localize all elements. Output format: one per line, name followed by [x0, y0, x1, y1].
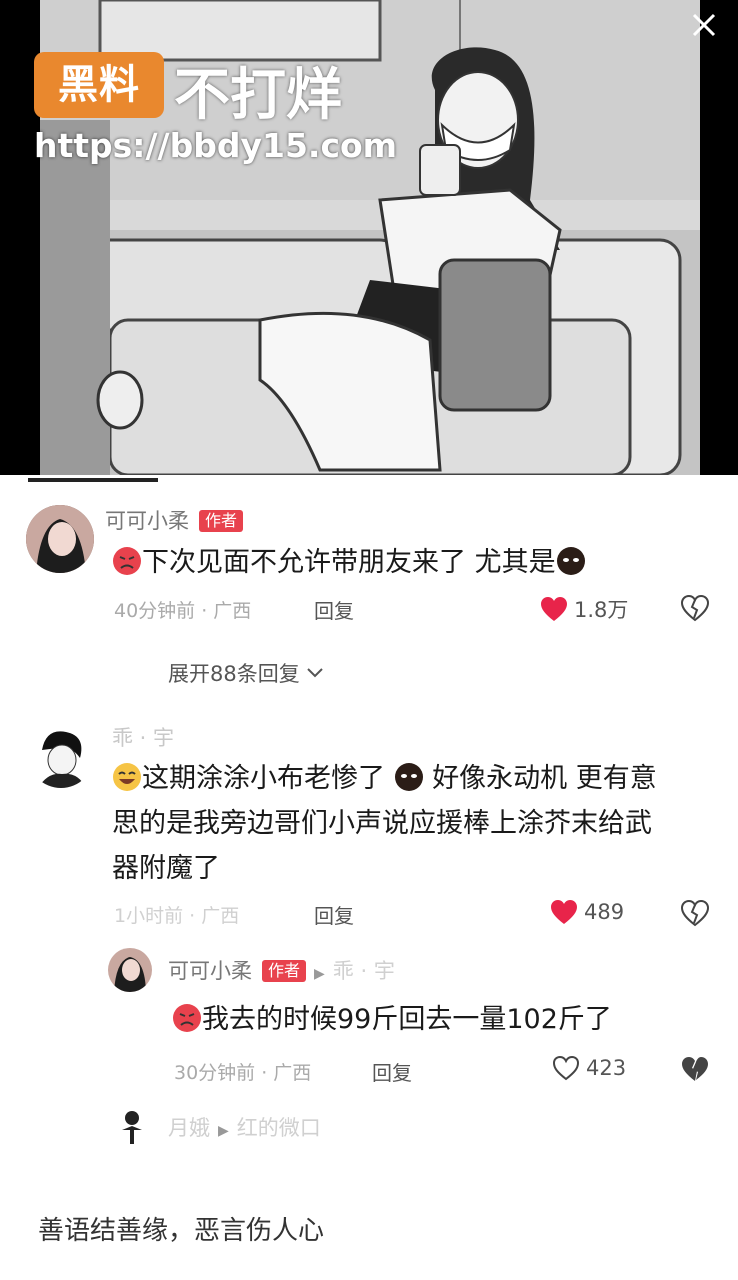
comment-text-line: 思的是我旁边哥们小声说应援棒上涂芥末给武: [112, 808, 652, 839]
comment-text: 下次见面不允许带朋友来了 尤其是: [112, 540, 712, 585]
close-icon[interactable]: [690, 8, 718, 48]
laughing-emoji-icon: [113, 763, 141, 791]
comment-input-bar[interactable]: 善语结善缘，恶言伤人心: [0, 1180, 738, 1280]
watermark-text: 不打烊: [174, 63, 342, 128]
expand-replies-button[interactable]: 展开88条回复: [168, 658, 324, 688]
like-button[interactable]: 1.8万: [540, 594, 628, 624]
reply-text: 我去的时候99斤回去一量102斤了: [172, 997, 692, 1042]
avatar[interactable]: [108, 948, 152, 992]
comment-input-placeholder[interactable]: 善语结善缘，恶言伤人心: [38, 1210, 324, 1247]
author-badge: 作者: [262, 960, 307, 982]
watermark-badge: 黑料: [34, 52, 164, 118]
like-count: 489: [584, 900, 625, 924]
avatar[interactable]: [26, 505, 94, 573]
avatar[interactable]: [28, 722, 94, 788]
angry-emoji-icon: [113, 547, 141, 575]
like-button[interactable]: 423: [552, 1055, 626, 1081]
reply-button[interactable]: 回复: [372, 1057, 412, 1086]
comment-author[interactable]: 可可小柔 作者: [105, 505, 244, 535]
comment-text-line: 器附魔了: [112, 853, 220, 884]
comment-meta: 40分钟前 · 广西: [114, 600, 252, 622]
like-button[interactable]: 489: [550, 899, 624, 925]
dislike-icon[interactable]: [680, 594, 710, 626]
play-arrow-icon: ▶: [218, 1123, 229, 1139]
author-badge: 作者: [199, 510, 244, 532]
dislike-icon[interactable]: [680, 899, 710, 931]
heart-outline-icon: [552, 1055, 580, 1081]
heart-filled-icon: [541, 597, 567, 621]
dark-face-emoji-icon: [556, 547, 585, 575]
reply-author[interactable]: 可可小柔 作者 ▶ 乖 · 宇: [168, 955, 395, 985]
comment-author[interactable]: 乖 · 宇: [112, 722, 174, 752]
reply-meta: 30分钟前 · 广西: [174, 1062, 312, 1084]
reply-to-name[interactable]: 红的微口: [237, 1116, 321, 1140]
tab-indicator: [28, 478, 158, 482]
play-arrow-icon: ▶: [314, 966, 325, 982]
reply-to-name[interactable]: 乖 · 宇: [333, 959, 395, 983]
avatar[interactable]: [110, 1104, 154, 1148]
reply-button[interactable]: 回复: [314, 900, 354, 929]
reply-button[interactable]: 回复: [314, 595, 354, 624]
reply-author[interactable]: 月娥 ▶ 红的微口: [168, 1112, 321, 1142]
comment-text: 这期涂涂小布老惨了 好像永动机 更有意 思的是我旁边哥们小声说应援棒上涂芥末给武…: [112, 756, 712, 891]
post-image[interactable]: 黑料 不打烊 https://bbdy15.com: [0, 0, 738, 475]
expand-replies-label: 展开88条回复: [168, 662, 300, 686]
heart-filled-icon: [551, 900, 577, 924]
broken-heart-icon[interactable]: [680, 1055, 710, 1087]
like-count: 423: [586, 1056, 627, 1080]
watermark-url: https://bbdy15.com: [34, 126, 398, 165]
chevron-down-icon: [307, 668, 323, 678]
like-count: 1.8万: [574, 598, 629, 622]
comment-meta: 1小时前 · 广西: [114, 905, 240, 927]
dark-face-emoji-icon: [394, 763, 423, 791]
angry-emoji-icon: [173, 1004, 201, 1032]
